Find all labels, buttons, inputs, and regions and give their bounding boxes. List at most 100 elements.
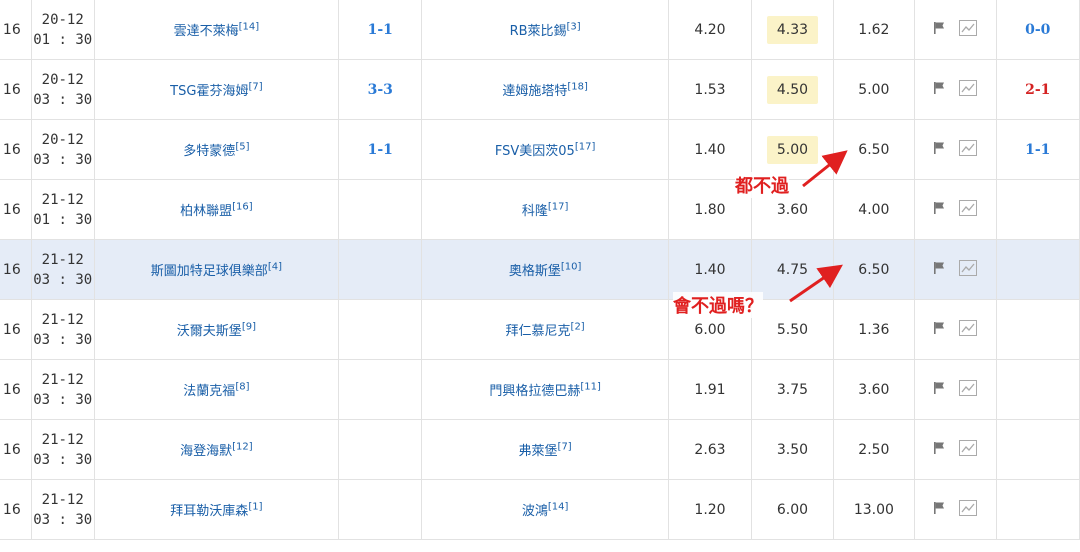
home-team-cell: 多特蒙德[5]: [93, 119, 340, 180]
table-row: 16 21-12 03 : 30 海登海默[12] 弗萊堡[7] 2.63 3.50 2.50: [0, 419, 1080, 480]
odds-draw: 5.50: [776, 321, 809, 338]
away-team-link[interactable]: 拜仁慕尼克: [506, 324, 571, 339]
annotation-not-pass: 都不過: [735, 172, 789, 198]
chart-icon[interactable]: [959, 79, 978, 100]
away-team-link[interactable]: 科隆: [522, 204, 548, 219]
home-team-rank: [16]: [232, 201, 253, 213]
chart-icon[interactable]: [959, 199, 978, 220]
actions-cell: [914, 179, 997, 240]
home-team-link[interactable]: 多特蒙德: [183, 144, 235, 159]
result-score: [995, 299, 1080, 360]
odds-draw-cell: 4.75: [751, 239, 834, 300]
actions-cell: [914, 419, 997, 480]
flag-icon[interactable]: [933, 21, 947, 39]
away-team-rank: [17]: [574, 141, 596, 153]
away-team-rank: [10]: [560, 261, 582, 273]
halftime-score: [338, 359, 423, 420]
flag-icon[interactable]: [933, 321, 947, 339]
home-team-link[interactable]: 斯圖加特足球俱樂部: [151, 264, 268, 279]
away-team-rank: [7]: [557, 441, 572, 453]
chart-icon[interactable]: [959, 379, 978, 400]
away-team-link[interactable]: 達姆施塔特: [502, 84, 567, 99]
flag-icon[interactable]: [933, 261, 947, 279]
odds-draw-cell: 3.75: [751, 359, 834, 420]
odds-home: 1.20: [667, 479, 753, 540]
home-team-rank: [12]: [232, 441, 253, 453]
odds-draw: 3.50: [776, 441, 809, 458]
chart-icon[interactable]: [959, 259, 978, 280]
flag-icon[interactable]: [933, 201, 947, 219]
odds-away: 1.36: [832, 299, 916, 360]
away-team-cell: RB萊比錫[3]: [421, 0, 669, 60]
match-date: 20-12: [41, 11, 84, 28]
home-team-link[interactable]: 拜耳勒沃庫森: [170, 504, 248, 519]
result-score: [995, 419, 1080, 480]
away-team-link[interactable]: 弗萊堡: [519, 444, 558, 459]
round-cell: 16: [0, 0, 32, 60]
round-cell: 16: [0, 299, 32, 360]
table-row: 16 20-12 03 : 30 多特蒙德[5] 1-1 FSV美因茨05[17] 1.40…: [0, 119, 1080, 180]
home-team-link[interactable]: 雲達不萊梅: [174, 24, 239, 39]
away-team-cell: 科隆[17]: [421, 179, 669, 240]
chart-icon[interactable]: [959, 499, 978, 520]
home-team-link[interactable]: 法蘭克福: [183, 384, 235, 399]
match-date: 21-12: [41, 431, 84, 448]
halftime-score: [338, 179, 423, 240]
halftime-score: 1-1: [338, 119, 423, 180]
halftime-score: [338, 239, 423, 300]
odds-away: 2.50: [832, 419, 916, 480]
home-team-link[interactable]: TSG霍芬海姆: [170, 84, 248, 99]
flag-icon[interactable]: [933, 81, 947, 99]
datetime-cell: 20-12 01 : 30: [30, 0, 95, 60]
table-row: 16 21-12 03 : 30 斯圖加特足球俱樂部[4] 奧格斯堡[10] 1.40 4.…: [0, 239, 1080, 300]
home-team-cell: 斯圖加特足球俱樂部[4]: [93, 239, 340, 300]
home-team-link[interactable]: 柏林聯盟: [180, 204, 232, 219]
chart-icon[interactable]: [959, 439, 978, 460]
datetime-cell: 21-12 03 : 30: [30, 239, 95, 300]
odds-draw-cell: 3.50: [751, 419, 834, 480]
result-score: 1-1: [995, 119, 1080, 180]
round-cell: 16: [0, 59, 32, 120]
odds-away: 6.50: [832, 239, 916, 300]
away-team-link[interactable]: FSV美因茨05: [495, 144, 575, 159]
flag-icon[interactable]: [933, 141, 947, 159]
odds-draw: 4.75: [776, 261, 809, 278]
result-score: [995, 239, 1080, 300]
chart-icon[interactable]: [959, 139, 978, 160]
chart-icon[interactable]: [959, 19, 978, 40]
datetime-cell: 21-12 03 : 30: [30, 359, 95, 420]
away-team-link[interactable]: RB萊比錫: [510, 24, 567, 39]
match-date: 21-12: [41, 191, 84, 208]
flag-icon[interactable]: [933, 441, 947, 459]
flag-icon[interactable]: [933, 501, 947, 519]
table-row: 16 21-12 01 : 30 柏林聯盟[16] 科隆[17] 1.80 3.60 4.00: [0, 179, 1080, 240]
away-team-rank: [11]: [580, 381, 601, 393]
home-team-link[interactable]: 海登海默: [180, 444, 232, 459]
odds-home: 2.63: [667, 419, 753, 480]
odds-away: 6.50: [832, 119, 916, 180]
odds-draw: 4.50: [766, 75, 819, 104]
result-score: [995, 359, 1080, 420]
table-row: 16 21-12 03 : 30 拜耳勒沃庫森[1] 波鴻[14] 1.20 6.00 13.…: [0, 479, 1080, 540]
match-time: 01 : 30: [33, 211, 93, 228]
flag-icon[interactable]: [933, 381, 947, 399]
odds-draw-cell: 5.00: [751, 119, 834, 180]
odds-draw-cell: 6.00: [751, 479, 834, 540]
actions-cell: [914, 59, 997, 120]
away-team-link[interactable]: 門興格拉德巴赫: [489, 384, 580, 399]
away-team-rank: [17]: [547, 201, 569, 213]
match-time: 03 : 30: [33, 511, 93, 528]
halftime-score: 1-1: [338, 0, 423, 60]
odds-draw-cell: 5.50: [751, 299, 834, 360]
away-team-rank: [14]: [547, 501, 569, 513]
away-team-link[interactable]: 波鴻: [522, 504, 548, 519]
home-team-rank: [1]: [248, 501, 263, 513]
result-score: 0-0: [995, 0, 1080, 60]
home-team-rank: [5]: [235, 141, 250, 153]
match-time: 03 : 30: [33, 151, 93, 168]
home-team-link[interactable]: 沃爾夫斯堡: [177, 324, 242, 339]
chart-icon[interactable]: [959, 319, 978, 340]
away-team-link[interactable]: 奧格斯堡: [509, 264, 561, 279]
odds-draw-cell: 4.50: [751, 59, 834, 120]
match-time: 01 : 30: [33, 31, 93, 48]
